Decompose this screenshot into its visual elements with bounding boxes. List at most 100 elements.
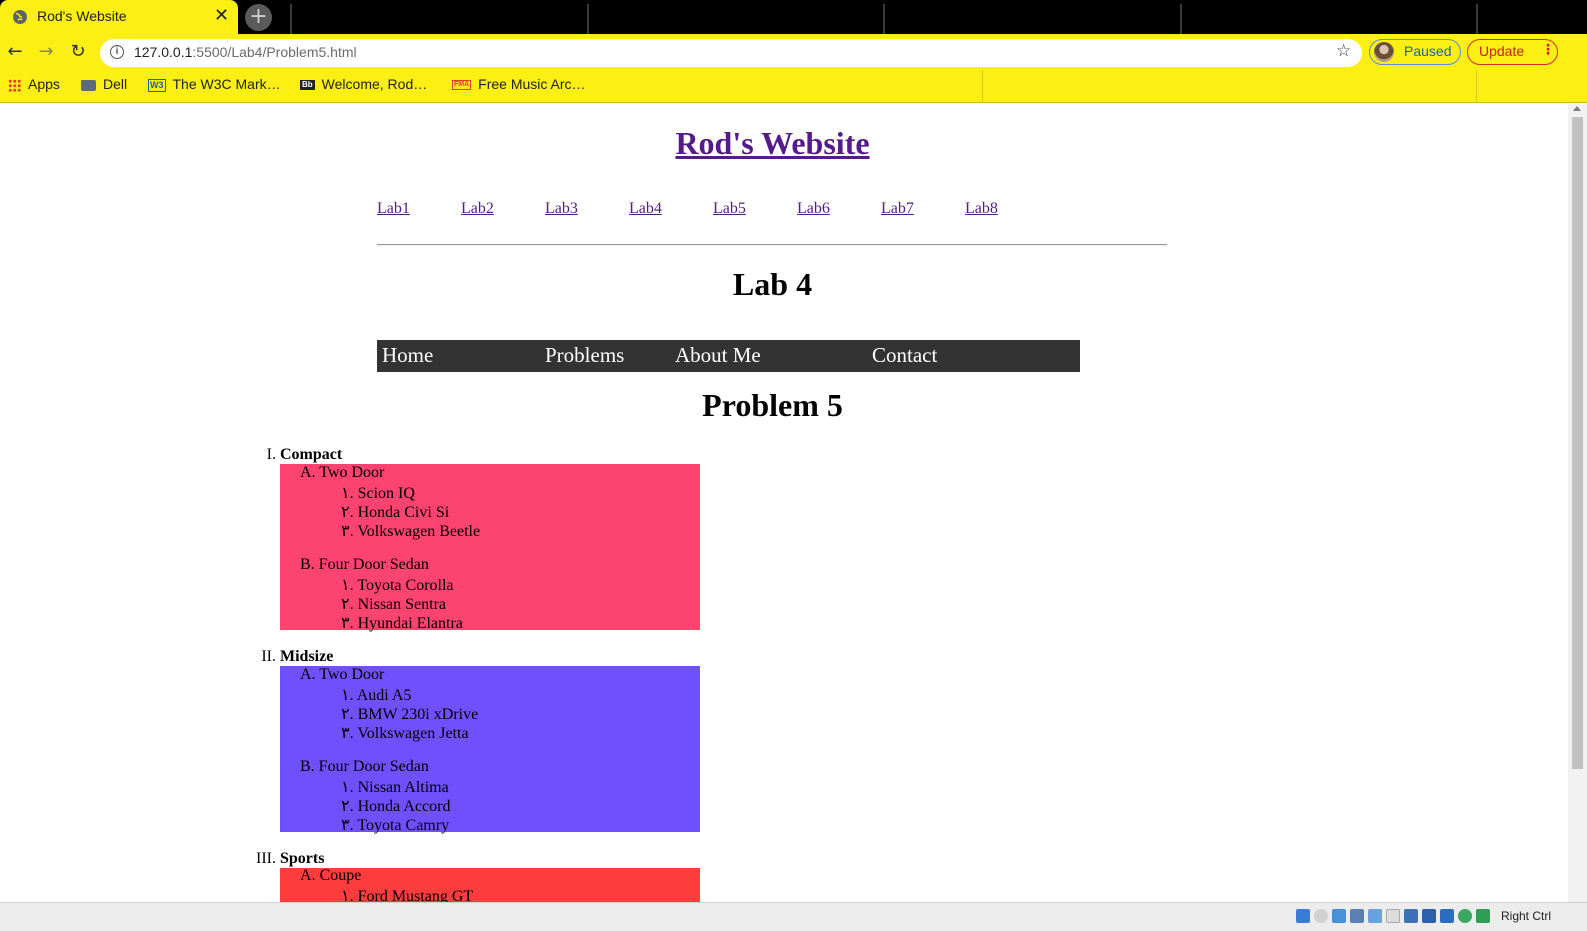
- bookmark-label: Apps: [28, 76, 60, 92]
- lab1-link[interactable]: Lab1: [377, 200, 410, 218]
- update-label: Update: [1479, 43, 1525, 59]
- tab-title: Rod's Website: [37, 8, 127, 24]
- bookmark-blackboard[interactable]: Bb Welcome, Rod…: [300, 76, 427, 92]
- list-item: B. Four Door Sedan: [300, 758, 429, 775]
- bookmark-dell[interactable]: Dell: [81, 76, 127, 92]
- avatar: [1374, 42, 1394, 62]
- url-host: 127.0.0.1: [134, 44, 193, 60]
- bookmarks-bar: Apps Dell W3 The W3C Mark… Bb Welcome, Rod…: [0, 70, 1587, 102]
- nav-problems[interactable]: Problems: [545, 343, 624, 368]
- list-item: ٣. Volkswagen Beetle: [341, 523, 481, 540]
- tab-strip: Rod's Website ✕ +: [0, 0, 1587, 34]
- list-item: ١. Nissan Altima: [341, 779, 449, 796]
- list-item: ١. Audi A5: [341, 687, 412, 704]
- bookmark-fma[interactable]: FMA Free Music Arc…: [452, 76, 586, 92]
- reload-button[interactable]: ↻: [66, 40, 90, 64]
- vm-status-bar: Right Ctrl: [0, 902, 1587, 931]
- tab-divider: [290, 4, 292, 34]
- shared-folder-icon[interactable]: [1386, 909, 1400, 923]
- scroll-thumb[interactable]: [1572, 117, 1583, 769]
- bookmark-label: Welcome, Rod…: [321, 76, 428, 92]
- list-item: ٢. Honda Civi Si: [341, 504, 450, 521]
- optical-drive-icon[interactable]: [1314, 909, 1328, 923]
- audio-icon[interactable]: [1332, 909, 1346, 923]
- fma-icon: FMA: [452, 80, 472, 91]
- mouse-integration-icon[interactable]: [1476, 909, 1490, 923]
- new-tab-button[interactable]: +: [245, 4, 272, 31]
- lab5-link[interactable]: Lab5: [713, 200, 746, 218]
- browser-toolbar: ← → ↻ i 127.0.0.1:5500/Lab4/Problem5.htm…: [0, 34, 1587, 70]
- nav-about-me[interactable]: About Me: [675, 343, 761, 368]
- lab4-link[interactable]: Lab4: [629, 200, 662, 218]
- problem-heading: Problem 5: [702, 387, 843, 423]
- back-button[interactable]: ←: [3, 40, 27, 64]
- vertical-scrollbar[interactable]: [1568, 103, 1587, 902]
- lab6-link[interactable]: Lab6: [797, 200, 830, 218]
- lab7-link[interactable]: Lab7: [881, 200, 914, 218]
- blackboard-icon: Bb: [300, 80, 315, 91]
- globe-icon: [13, 10, 27, 24]
- category-sports-label: Sports: [280, 850, 325, 867]
- lab2-link[interactable]: Lab2: [461, 200, 494, 218]
- list-item: ٢. Honda Accord: [341, 798, 451, 815]
- horizontal-rule: [377, 244, 1167, 246]
- display-icon[interactable]: [1404, 909, 1418, 923]
- close-tab-icon[interactable]: ✕: [214, 6, 229, 26]
- lab3-link[interactable]: Lab3: [545, 200, 578, 218]
- list-item: ٣. Volkswagen Jetta: [341, 725, 469, 742]
- tab-divider: [1476, 4, 1478, 34]
- w3c-icon: W3: [148, 78, 166, 92]
- list-item: B. Four Door Sedan: [300, 556, 429, 573]
- lab8-link[interactable]: Lab8: [965, 200, 998, 218]
- category-midsize-label: Midsize: [280, 648, 334, 665]
- category-compact-label: Compact: [280, 446, 343, 463]
- list-item: ٢. BMW 230i xDrive: [341, 706, 479, 723]
- bookmark-label: Dell: [103, 76, 128, 92]
- tab-divider: [587, 4, 589, 34]
- folder-icon: [81, 79, 96, 91]
- list-item: ٣. Toyota Camry: [341, 817, 450, 834]
- tab-divider: [883, 4, 885, 34]
- scroll-up-arrow-icon[interactable]: [1573, 106, 1581, 111]
- nav-contact[interactable]: Contact: [872, 343, 937, 368]
- address-bar[interactable]: i 127.0.0.1:5500/Lab4/Problem5.html ☆: [100, 39, 1362, 67]
- usb-icon[interactable]: [1368, 909, 1382, 923]
- harddisk-icon[interactable]: [1296, 909, 1310, 923]
- category-marker: III.: [256, 850, 276, 867]
- bookmarks-divider: [1476, 70, 1477, 102]
- nav-bar: Home Problems About Me Contact: [377, 340, 1080, 372]
- update-button[interactable]: Update ⋮: [1467, 39, 1558, 65]
- url-text[interactable]: 127.0.0.1:5500/Lab4/Problem5.html: [134, 44, 357, 60]
- bookmark-label: The W3C Mark…: [172, 76, 281, 92]
- bookmark-apps[interactable]: Apps: [8, 76, 60, 92]
- category-marker: II.: [261, 648, 276, 665]
- category-marker: I.: [266, 446, 276, 463]
- host-key-label: Right Ctrl: [1501, 909, 1552, 923]
- kebab-menu-icon: ⋮: [1541, 42, 1555, 58]
- bookmark-star-icon[interactable]: ☆: [1336, 41, 1351, 61]
- list-item: ٣. Hyundai Elantra: [341, 615, 463, 632]
- list-item: ١. Scion IQ: [341, 485, 415, 502]
- cpu-icon[interactable]: [1440, 909, 1454, 923]
- apps-grid-icon: [8, 78, 21, 92]
- list-item: A. Two Door: [300, 464, 385, 481]
- page-viewport: Rod's Website Lab1 Lab2 Lab3 Lab4 Lab5 L…: [0, 103, 1568, 902]
- guest-additions-icon[interactable]: [1458, 909, 1472, 923]
- list-item: A. Coupe: [300, 867, 362, 884]
- tab-divider: [1180, 4, 1182, 34]
- profile-button[interactable]: Paused: [1369, 39, 1461, 65]
- network-icon[interactable]: [1350, 909, 1364, 923]
- active-tab[interactable]: Rod's Website ✕: [0, 0, 238, 34]
- bookmarks-divider: [982, 70, 983, 102]
- info-icon[interactable]: i: [110, 45, 124, 59]
- list-item: ١. Ford Mustang GT: [341, 888, 474, 902]
- list-item: ١. Toyota Corolla: [341, 577, 454, 594]
- nav-home[interactable]: Home: [382, 343, 433, 368]
- url-path: :5500/Lab4/Problem5.html: [192, 44, 357, 60]
- video-capture-icon[interactable]: [1422, 909, 1436, 923]
- bookmark-label: Free Music Arc…: [478, 76, 586, 92]
- bookmark-w3c[interactable]: W3 The W3C Mark…: [148, 76, 281, 92]
- forward-button[interactable]: →: [34, 40, 58, 64]
- site-title-link[interactable]: Rod's Website: [0, 125, 1545, 162]
- profile-status: Paused: [1404, 43, 1452, 59]
